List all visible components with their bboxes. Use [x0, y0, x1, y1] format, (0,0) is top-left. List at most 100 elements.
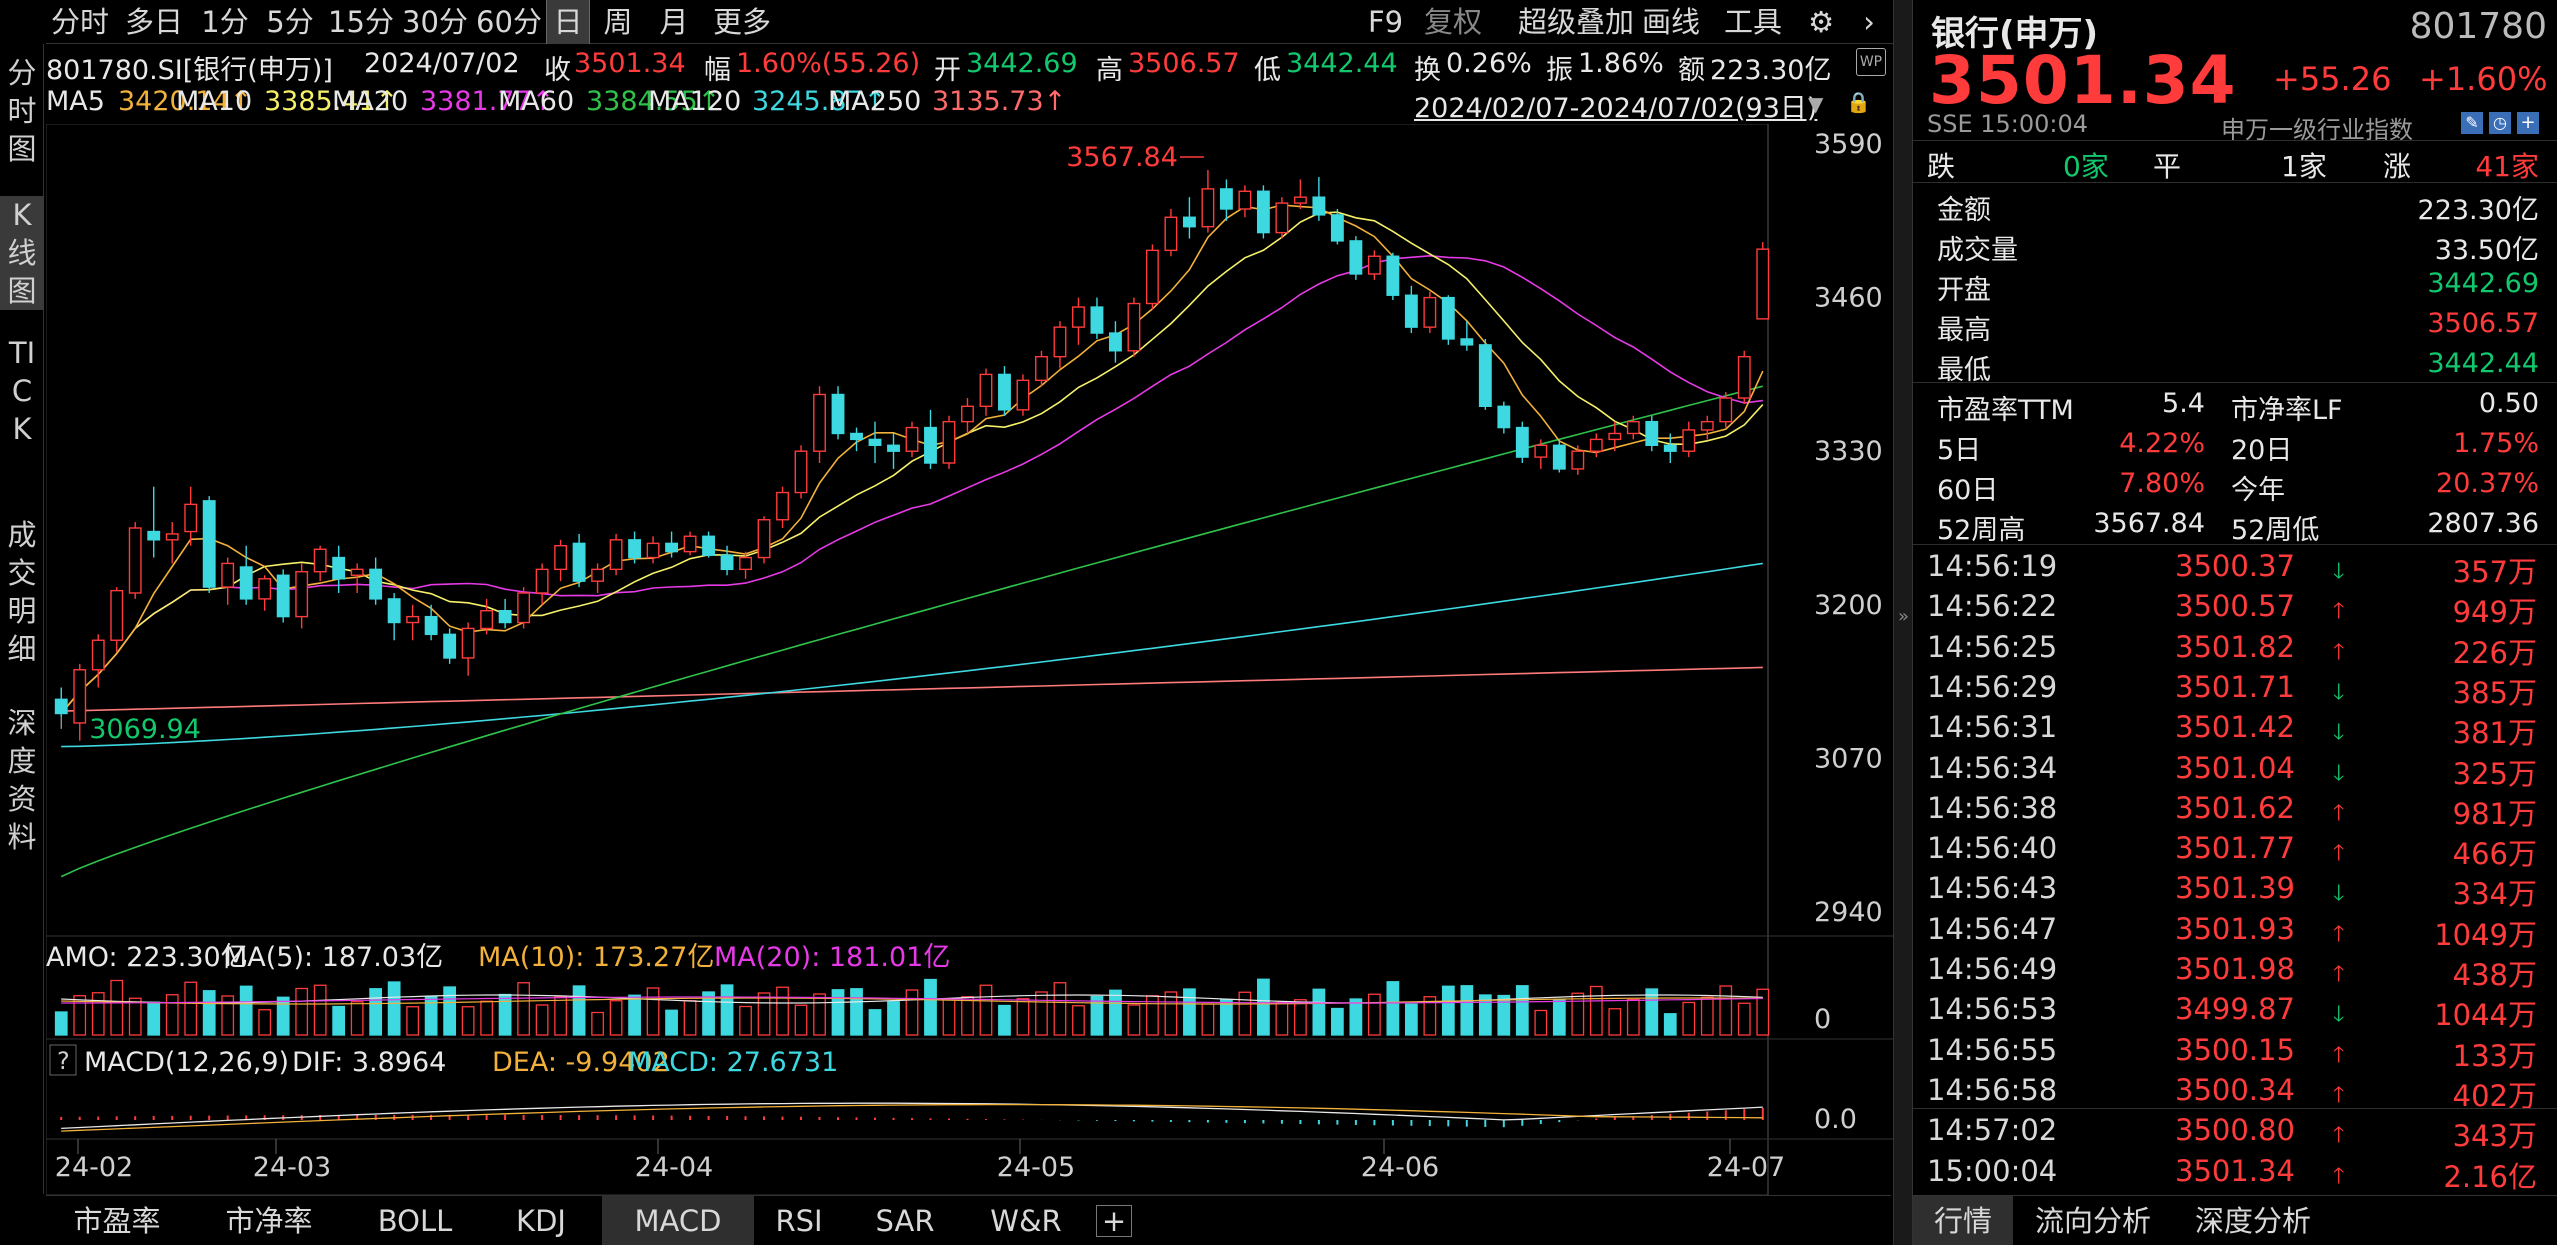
toolbar-2[interactable]: 超级叠加 [1518, 0, 1634, 44]
candle-body [850, 432, 863, 441]
indicator-tab-5[interactable]: RSI [754, 1196, 844, 1245]
left-tab-1[interactable]: K线图 [0, 196, 44, 310]
period-tab-1[interactable]: 多日 [114, 0, 194, 44]
left-tab-0[interactable]: 分时图 [0, 54, 44, 168]
period-tab-8[interactable]: 周 [590, 0, 646, 44]
indicator-tab-4[interactable]: MACD [602, 1196, 754, 1245]
indicator-tab-3[interactable]: KDJ [480, 1196, 602, 1245]
panel-divider[interactable]: » [1893, 0, 1913, 1245]
period-tab-7[interactable]: 日 [546, 0, 590, 44]
indicator-tab-0[interactable]: 市盈率 [46, 1196, 188, 1245]
price-change: +55.26 [2273, 60, 2392, 98]
volume-bar [406, 1006, 420, 1036]
stat-row: 最低 3442.44 [1937, 348, 2539, 386]
candle-body [332, 556, 346, 580]
tick-row: 14:56:49 3501.98 🡑 438万 [1913, 949, 2547, 992]
chevron-right-icon[interactable]: › [1854, 0, 1884, 44]
volume-bar [1016, 998, 1030, 1036]
wp-icon[interactable]: WP [1856, 48, 1886, 76]
date-range[interactable]: 2024/02/07-2024/07/02(93日) [1414, 86, 1817, 125]
candle-body [54, 698, 68, 715]
period-tab-4[interactable]: 15分 [324, 0, 398, 44]
toolbar-1[interactable]: 复权 [1424, 0, 1482, 44]
volume-bar [1330, 1007, 1344, 1036]
x-tick-label: 24-06 [1361, 1152, 1439, 1183]
ma-label-2: MA20 [332, 86, 409, 117]
ma120-line [61, 562, 1763, 748]
right-tab-1[interactable]: 流向分析 [2013, 1196, 2173, 1245]
indicator-tab-6[interactable]: SAR [844, 1196, 966, 1245]
left-tab-4[interactable]: 深度资料 [0, 704, 44, 856]
volume-bar [1589, 985, 1603, 1036]
tick-row: 14:56:31 3501.42 🡓 381万 [1913, 707, 2547, 750]
lock-icon[interactable]: 🔒 [1846, 90, 1871, 114]
period-tab-0[interactable]: 分时 [46, 0, 114, 44]
candle-body [128, 527, 142, 594]
candle-body [646, 542, 660, 559]
indicator-tab-7[interactable]: W&R [966, 1196, 1086, 1245]
candle-body [1441, 296, 1455, 340]
candle-body [1534, 444, 1548, 458]
period-tab-6[interactable]: 60分 [472, 0, 546, 44]
candle-body [350, 568, 364, 576]
kline-chart[interactable]: 3590 3460 3330 3200 3070 2940 24-02 24-03 24-04 2… [46, 124, 1893, 1195]
toolbar-4[interactable]: 工具 [1724, 0, 1782, 44]
collapse-arrow-icon[interactable]: » [1898, 606, 1909, 627]
right-tab-0[interactable]: 行情 [1913, 1196, 2013, 1245]
alert-icon[interactable]: ◷ [2489, 112, 2511, 134]
candle-body [1663, 444, 1677, 452]
candle-body [480, 610, 494, 630]
volume-bar [794, 1004, 808, 1036]
candle-body [535, 568, 549, 594]
candle-body [609, 539, 623, 571]
toolbar-0[interactable]: F9 [1368, 0, 1403, 44]
left-tab-3[interactable]: 成交明细 [0, 516, 44, 668]
period-tab-10[interactable]: 更多 [702, 0, 782, 44]
volume-bar [739, 1005, 752, 1036]
candle-body [1719, 397, 1733, 423]
stat-row: 开盘 3442.69 [1937, 268, 2539, 306]
toolbar-3[interactable]: 画线 [1642, 0, 1700, 44]
indicator-tab-1[interactable]: 市净率 [188, 1196, 350, 1245]
settings-gear-icon[interactable]: ⚙ [1806, 0, 1836, 44]
period-tab-3[interactable]: 5分 [256, 0, 324, 44]
volume-bar [1238, 991, 1252, 1036]
candle-body [813, 393, 826, 452]
amount-value: 223.30亿 [1710, 55, 1832, 86]
period-tab-5[interactable]: 30分 [398, 0, 472, 44]
candle-body [165, 533, 179, 541]
candle-body [868, 438, 882, 446]
candle-body [73, 669, 87, 724]
right-tab-2[interactable]: 深度分析 [2173, 1196, 2333, 1245]
left-tab-2[interactable]: TICK [0, 334, 44, 448]
volume-bar [1737, 1002, 1751, 1036]
candle-body [221, 562, 235, 588]
add-indicator-icon[interactable]: + [1096, 1205, 1132, 1237]
period-tab-9[interactable]: 月 [646, 0, 702, 44]
edit-icon[interactable]: ✎ [2461, 112, 2483, 134]
volume-bar [1608, 1008, 1622, 1036]
candle-body [276, 574, 290, 618]
volume-bar [1663, 1013, 1677, 1036]
stat-row: 成交量 33.50亿 [1937, 235, 2539, 266]
tick-row: 14:56:58 3500.34 🡑 402万 [1913, 1070, 2547, 1113]
macd-y-tick: 0.0 [1814, 1104, 1857, 1135]
dropdown-icon[interactable]: ▼ [1808, 92, 1823, 116]
add-icon[interactable]: + [2517, 112, 2539, 134]
indicator-tab-2[interactable]: BOLL [350, 1196, 480, 1245]
candle-body [461, 627, 475, 659]
x-tick-label: 24-03 [253, 1152, 331, 1183]
candle-body [905, 426, 919, 452]
volume-bar [868, 1009, 882, 1036]
period-tab-2[interactable]: 1分 [194, 0, 256, 44]
volume-bar [239, 985, 253, 1036]
tick-row: 14:56:55 3500.15 🡑 133万 [1913, 1030, 2547, 1073]
volume-bar [1312, 988, 1326, 1036]
security-code: 801780.SI[银行(申万)] [46, 55, 333, 86]
volume-bar [1053, 982, 1067, 1036]
candle-body [794, 450, 808, 494]
tick-separator [1913, 1108, 2557, 1110]
volume-bar [757, 992, 771, 1036]
period-toolbar: 分时 多日 1分 5分 15分 30分 60分日周月更多 F9 复权 超级叠加 画线 工具 ⚙ › [46, 0, 1896, 44]
volume-bar [1090, 995, 1104, 1036]
